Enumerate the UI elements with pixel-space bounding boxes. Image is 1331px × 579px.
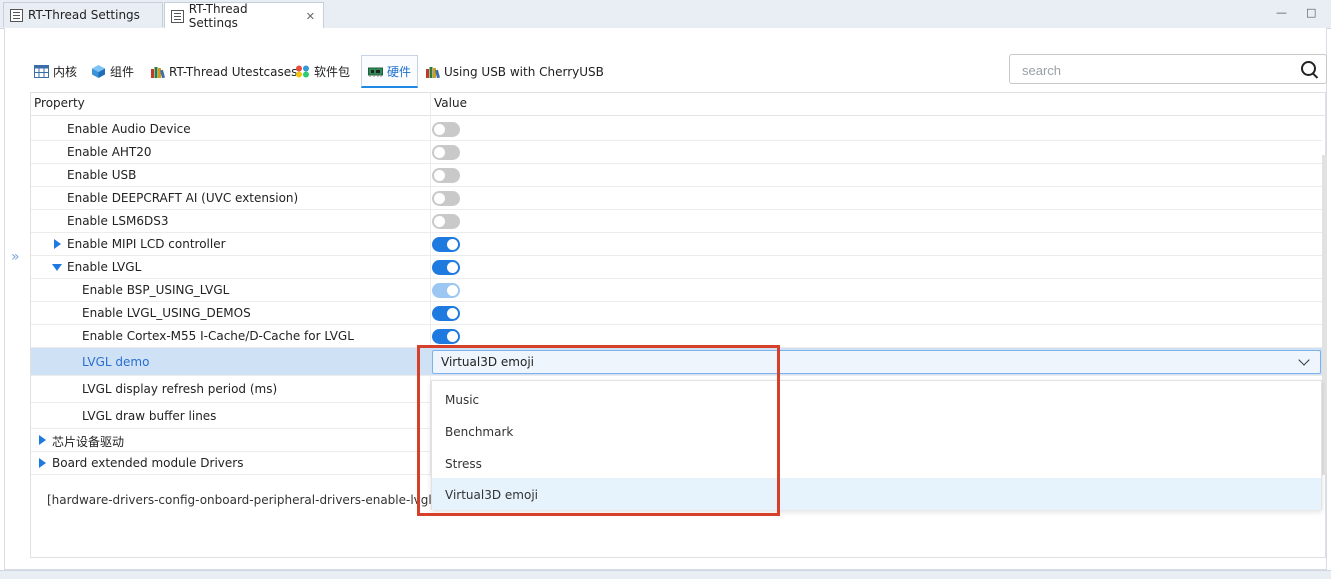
table-row[interactable]: Enable AHT20 <box>31 141 1322 164</box>
row-label: LVGL draw buffer lines <box>82 409 217 423</box>
toggle-switch-disabled <box>432 283 460 298</box>
value-column-header[interactable]: Value <box>434 96 467 110</box>
toggle-switch[interactable] <box>432 145 460 160</box>
cube-icon <box>92 65 105 78</box>
settings-file-icon <box>171 9 184 23</box>
editor-tab-label: RT-Thread Settings <box>28 8 140 22</box>
tab-packages[interactable]: 软件包 <box>295 55 350 88</box>
vertical-scrollbar[interactable] <box>1322 155 1327 475</box>
table-row[interactable]: Enable USB <box>31 164 1322 187</box>
table-row[interactable]: Enable LVGL <box>31 256 1322 279</box>
toggle-switch[interactable] <box>432 306 460 321</box>
editor-tab-strip: RT-Thread Settings RT-Thread Settings ✕ … <box>0 0 1331 30</box>
toggle-switch[interactable] <box>432 260 460 275</box>
expand-arrow-icon[interactable] <box>39 435 46 445</box>
expand-arrow-icon[interactable] <box>39 458 46 468</box>
table-header: Property Value <box>30 92 1326 116</box>
editor-tab-2[interactable]: RT-Thread Settings ✕ <box>164 2 324 30</box>
tab-components[interactable]: 组件 <box>91 55 134 88</box>
tab-label: Using USB with CherryUSB <box>444 64 604 79</box>
row-label: Enable LSM6DS3 <box>67 214 169 228</box>
property-column-header[interactable]: Property <box>34 96 85 110</box>
toggle-switch[interactable] <box>432 168 460 183</box>
settings-file-icon <box>10 8 23 22</box>
table-row[interactable]: Enable LVGL_USING_DEMOS <box>31 302 1322 325</box>
row-label: Enable LVGL_USING_DEMOS <box>82 306 251 320</box>
circuit-board-icon <box>368 67 383 77</box>
close-tab-icon[interactable]: ✕ <box>306 10 315 23</box>
table-row[interactable]: Enable Audio Device <box>31 118 1322 141</box>
row-label: Enable Cortex-M55 I-Cache/D-Cache for LV… <box>82 329 354 343</box>
row-label: Enable Audio Device <box>67 122 191 136</box>
books-icon <box>426 67 440 78</box>
toggle-switch[interactable] <box>432 122 460 137</box>
highlight-annotation-box <box>417 345 780 516</box>
colorful-package-icon <box>296 65 309 78</box>
table-row[interactable]: Enable DEEPCRAFT AI (UVC extension) <box>31 187 1322 210</box>
row-label: Enable BSP_USING_LVGL <box>82 283 230 297</box>
tab-label: 软件包 <box>314 65 351 79</box>
table-row[interactable]: Enable MIPI LCD controller <box>31 233 1322 256</box>
property-description: [hardware-drivers-config-onboard-periphe… <box>47 493 447 507</box>
expand-sidebar-icon[interactable]: » <box>11 249 20 265</box>
toggle-switch[interactable] <box>432 329 460 344</box>
search-input[interactable] <box>1020 56 1294 84</box>
editor-tab-label: RT-Thread Settings <box>188 2 248 30</box>
books-icon <box>151 67 165 78</box>
row-label: LVGL display refresh period (ms) <box>82 382 278 396</box>
toggle-switch[interactable] <box>432 214 460 229</box>
tab-label: 内核 <box>53 65 78 79</box>
maximize-icon[interactable]: □ <box>1306 6 1316 19</box>
tab-cherryusb[interactable]: Using USB with CherryUSB <box>425 55 604 88</box>
tab-kernel[interactable]: 内核 <box>34 55 77 88</box>
tab-label: 硬件 <box>387 64 412 79</box>
collapse-arrow-icon[interactable] <box>52 264 62 271</box>
row-label: Enable DEEPCRAFT AI (UVC extension) <box>67 191 299 205</box>
tab-label: 组件 <box>110 65 135 79</box>
row-label: Board extended module Drivers <box>52 456 244 470</box>
row-label: Enable LVGL <box>67 260 142 274</box>
tab-label: RT-Thread Utestcases <box>169 64 298 79</box>
search-box <box>1009 54 1327 84</box>
toggle-switch[interactable] <box>432 191 460 206</box>
tab-hardware[interactable]: 硬件 <box>361 55 419 88</box>
expand-arrow-icon[interactable] <box>54 239 61 249</box>
minimize-icon[interactable]: — <box>1276 6 1287 19</box>
search-icon[interactable] <box>1301 61 1316 76</box>
editor-tab-1[interactable]: RT-Thread Settings <box>3 2 163 27</box>
row-label: 芯片设备驱动 <box>52 435 125 449</box>
chevron-down-icon[interactable] <box>1298 354 1310 366</box>
row-label: Enable MIPI LCD controller <box>67 237 226 251</box>
table-row[interactable]: Enable LSM6DS3 <box>31 210 1322 233</box>
row-label: Enable USB <box>67 168 137 182</box>
row-label: LVGL demo <box>82 355 150 369</box>
row-label: Enable AHT20 <box>67 145 152 159</box>
tab-utestcases[interactable]: RT-Thread Utestcases <box>150 55 297 88</box>
table-row[interactable]: Enable BSP_USING_LVGL <box>31 279 1322 302</box>
table-grid-icon <box>34 65 49 78</box>
toggle-switch[interactable] <box>432 237 460 252</box>
